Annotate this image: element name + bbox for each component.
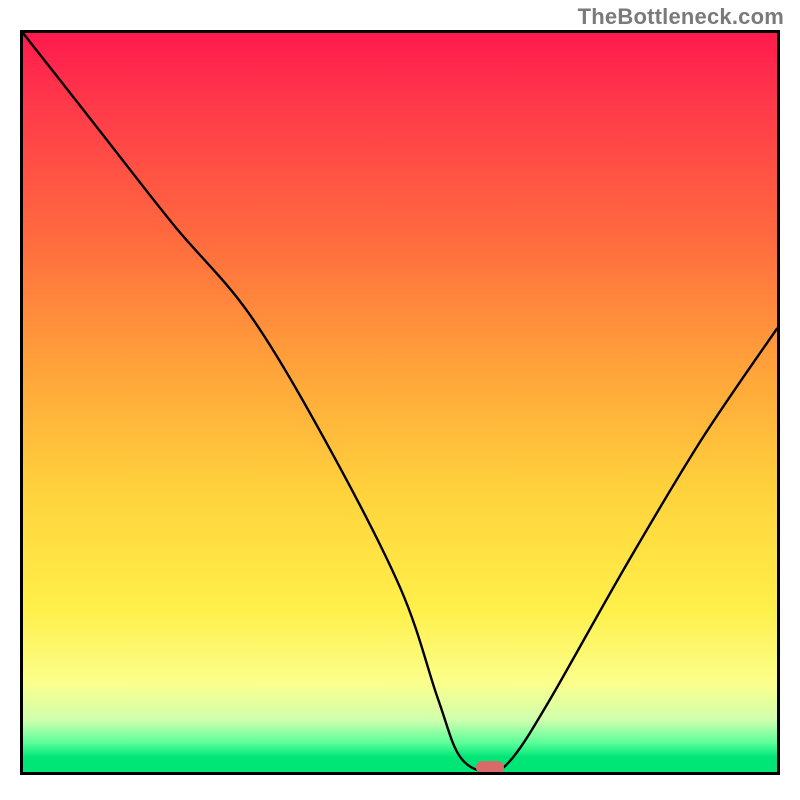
chart-frame: TheBottleneck.com xyxy=(0,0,800,800)
optimum-marker xyxy=(476,761,504,774)
watermark-text: TheBottleneck.com xyxy=(578,4,784,30)
bottleneck-curve xyxy=(23,33,777,772)
plot-area xyxy=(20,30,780,775)
